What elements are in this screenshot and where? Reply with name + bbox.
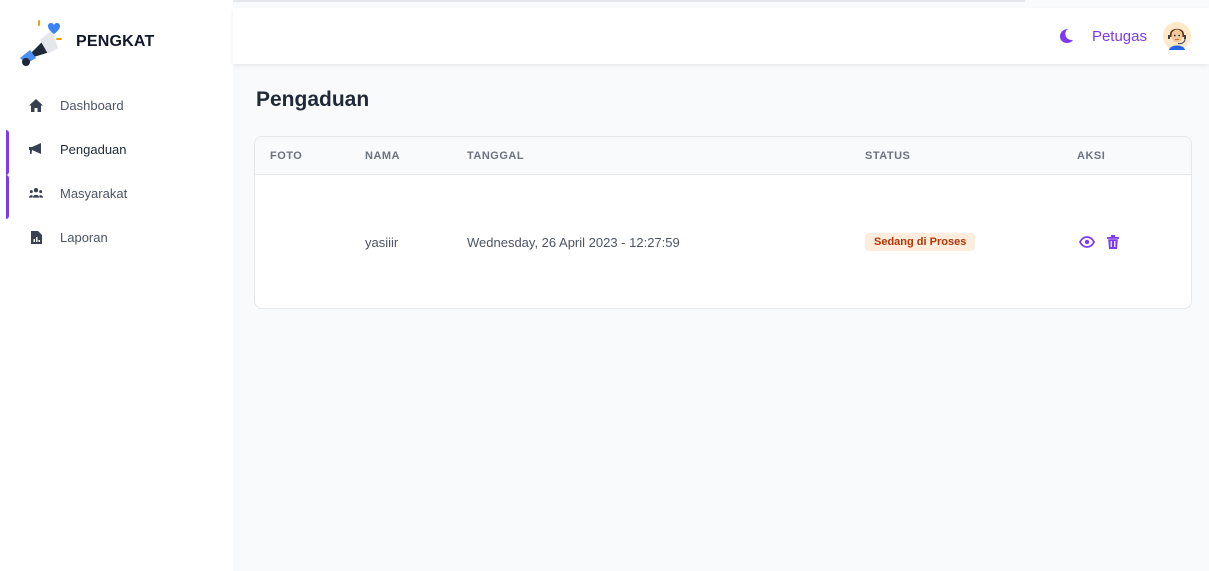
table-header: FOTO NAMA TANGGAL STATUS AKSI [255, 137, 1191, 175]
home-icon [29, 98, 43, 112]
view-button[interactable] [1077, 232, 1097, 252]
column-header-nama: NAMA [365, 150, 400, 162]
column-header-status: STATUS [865, 150, 911, 162]
sidebar-item-masyarakat[interactable]: Masyarakat [0, 171, 233, 215]
brand[interactable]: PENGKAT [18, 18, 154, 66]
window-top-line [110, 0, 1025, 2]
sidebar: PENGKAT Dashboard Pengaduan Masyarakat L… [0, 0, 233, 571]
sidebar-nav: Dashboard Pengaduan Masyarakat Laporan [0, 83, 233, 259]
megaphone-icon [29, 142, 43, 156]
sidebar-item-label: Masyarakat [60, 185, 128, 201]
moon-icon[interactable] [1058, 28, 1092, 44]
delete-button[interactable] [1103, 232, 1123, 252]
user-name[interactable]: Petugas [1092, 28, 1147, 45]
complaints-table: FOTO NAMA TANGGAL STATUS AKSI yasiiir We… [254, 136, 1192, 309]
trash-icon [1107, 235, 1119, 249]
status-badge: Sedang di Proses [865, 233, 976, 251]
sidebar-item-label: Pengaduan [60, 141, 127, 157]
header-actions: Petugas [1058, 8, 1191, 64]
brand-name: PENGKAT [76, 33, 155, 50]
report-icon [29, 230, 43, 244]
column-header-aksi: AKSI [1077, 150, 1106, 162]
avatar-icon[interactable] [1163, 22, 1191, 50]
cell-nama: yasiiir [365, 234, 399, 250]
row-actions [1077, 232, 1123, 252]
page-title: Pengaduan [256, 88, 370, 111]
sidebar-item-label: Laporan [60, 229, 108, 245]
megaphone-logo-icon [20, 20, 62, 66]
sidebar-item-laporan[interactable]: Laporan [0, 215, 233, 259]
sidebar-item-label: Dashboard [60, 97, 124, 113]
sidebar-item-dashboard[interactable]: Dashboard [0, 83, 233, 127]
cell-foto [270, 175, 350, 308]
users-icon [29, 186, 43, 200]
cell-tanggal: Wednesday, 26 April 2023 - 12:27:59 [467, 234, 680, 250]
cell-status: Sedang di Proses [865, 175, 976, 308]
eye-icon [1079, 236, 1095, 248]
column-header-foto: FOTO [270, 150, 303, 162]
cell-aksi [1077, 175, 1123, 308]
sidebar-item-pengaduan[interactable]: Pengaduan [0, 127, 233, 219]
column-header-tanggal: TANGGAL [467, 150, 525, 162]
top-header: Petugas [233, 8, 1209, 64]
